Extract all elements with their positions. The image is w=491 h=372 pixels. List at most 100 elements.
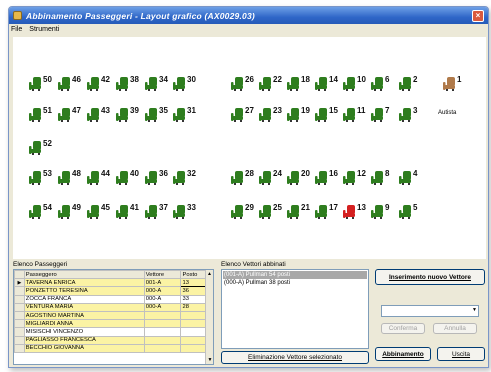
new-vehicle-button[interactable]: Inserimento nuovo Vettore [375, 269, 485, 285]
vehicle-list-label: Elenco Vettori abbinati [221, 261, 286, 268]
cell-passeggero[interactable]: MISISCHI VINCENZO [23, 327, 145, 337]
seat-icon [231, 171, 245, 185]
cell-posto[interactable]: 13 [180, 278, 206, 288]
seat-31[interactable]: 31 [173, 106, 207, 124]
menu-file[interactable]: File [11, 26, 22, 33]
match-button[interactable]: Abbinamento [375, 347, 431, 361]
cell-passeggero[interactable]: PONZETTO TERESINA [23, 286, 145, 296]
cell-passeggero[interactable]: AGOSTINO MARTINA [23, 310, 145, 321]
seat-52[interactable]: 52 [29, 139, 63, 157]
seat-icon [145, 77, 159, 91]
seat-icon [287, 205, 301, 219]
seat-icon [231, 205, 245, 219]
table-row[interactable]: MISISCHI VINCENZO [14, 327, 206, 337]
seat-number: 37 [159, 203, 168, 212]
seat-number: 22 [273, 75, 282, 84]
passenger-scrollbar[interactable]: ▲ ▼ [205, 270, 213, 364]
cell-passeggero[interactable]: VENTURA MARIA [23, 302, 145, 312]
seat-icon [116, 77, 130, 91]
cell-posto[interactable] [180, 343, 206, 353]
col-header-passeggero[interactable]: Passeggero [23, 270, 145, 280]
table-row[interactable]: ZOCCA FRANCA 000-A 33 [14, 294, 206, 304]
cell-posto[interactable]: 36 [180, 286, 206, 296]
cell-passeggero[interactable]: BECCHIO GIOVANNA [23, 343, 145, 353]
cell-vettore[interactable] [143, 335, 182, 345]
chevron-down-icon: ▼ [472, 307, 477, 313]
cell-posto[interactable] [180, 335, 206, 345]
seat-5[interactable]: 5 [399, 203, 433, 221]
seat-icon [399, 77, 413, 91]
col-header-posto[interactable]: Posto [180, 270, 206, 280]
seat-number: 2 [413, 75, 418, 84]
cell-vettore[interactable] [143, 319, 182, 329]
table-row[interactable]: MIGLIARDI ANNA [14, 319, 206, 329]
table-row[interactable]: PONZETTO TERESINA 000-A 36 [14, 286, 206, 296]
seat-icon [145, 108, 159, 122]
cell-passeggero[interactable]: ZOCCA FRANCA [23, 294, 145, 304]
seat-number: 34 [159, 75, 168, 84]
cell-vettore[interactable] [143, 310, 182, 321]
exit-button[interactable]: Uscita [437, 347, 485, 361]
seat-icon [29, 171, 43, 185]
cell-posto[interactable]: 28 [180, 302, 206, 312]
seat-number: 3 [413, 106, 418, 115]
cell-vettore[interactable]: 000-A [143, 302, 182, 312]
table-row[interactable]: BECCHIO GIOVANNA [14, 343, 206, 353]
seat-30[interactable]: 30 [173, 75, 207, 93]
seat-2[interactable]: 2 [399, 75, 433, 93]
driver-seat[interactable]: 1 [443, 75, 477, 93]
table-row[interactable]: ▶ TAVERNA ENRICA 001-A 13 [14, 278, 206, 288]
cell-posto[interactable]: 33 [180, 294, 206, 304]
seat-icon [116, 205, 130, 219]
seat-icon [87, 77, 101, 91]
scroll-down-icon[interactable]: ▼ [206, 356, 213, 364]
seat-number: 24 [273, 169, 282, 178]
cell-vettore[interactable] [143, 343, 182, 353]
seat-33[interactable]: 33 [173, 203, 207, 221]
table-row[interactable]: AGOSTINO MARTINA [14, 310, 206, 321]
cell-vettore[interactable]: 000-A [143, 294, 182, 304]
seat-number: 1 [457, 75, 462, 84]
seat-number: 26 [245, 75, 254, 84]
seat-number: 21 [301, 203, 310, 212]
seat-32[interactable]: 32 [173, 169, 207, 187]
vehicle-item[interactable]: (000-A) Pullman 38 posti [223, 279, 367, 287]
cell-vettore[interactable]: 001-A [143, 278, 182, 288]
seat-number: 7 [385, 106, 390, 115]
seat-icon [287, 171, 301, 185]
table-row[interactable]: PAGLIASSO FRANCESCA [14, 335, 206, 345]
cell-vettore[interactable]: 000-A [143, 286, 182, 296]
confirm-button[interactable]: Conferma [381, 323, 425, 334]
cell-posto[interactable] [180, 319, 206, 329]
col-header-vettore[interactable]: Vettore [143, 270, 182, 280]
table-row[interactable]: VENTURA MARIA 000-A 28 [14, 302, 206, 312]
seat-icon [343, 77, 357, 91]
seat-icon [58, 205, 72, 219]
seat-number: 32 [187, 169, 196, 178]
seat-number: 6 [385, 75, 390, 84]
cancel-button[interactable]: Annulla [433, 323, 477, 334]
cell-posto[interactable] [180, 327, 206, 337]
seat-icon [287, 77, 301, 91]
vehicle-select[interactable]: ▼ [381, 305, 479, 317]
cell-passeggero[interactable]: TAVERNA ENRICA [23, 278, 145, 288]
row-indicator [14, 286, 25, 296]
seat-icon [443, 77, 457, 91]
driver-label: Autista [438, 110, 457, 116]
cell-passeggero[interactable]: PAGLIASSO FRANCESCA [23, 335, 145, 345]
seat-number: 42 [101, 75, 110, 84]
cell-posto[interactable] [180, 310, 206, 321]
row-indicator-header [14, 270, 25, 280]
remove-vehicle-button[interactable]: Eliminazione Vettore selezionato [221, 351, 369, 364]
vehicle-item[interactable]: (001-A) Pullman 54 posti [223, 271, 367, 279]
menu-strumenti[interactable]: Strumenti [29, 26, 59, 33]
seat-4[interactable]: 4 [399, 169, 433, 187]
cell-vettore[interactable] [143, 327, 182, 337]
cell-passeggero[interactable]: MIGLIARDI ANNA [23, 319, 145, 329]
seat-number: 28 [245, 169, 254, 178]
close-button[interactable]: × [472, 9, 484, 22]
seat-number: 39 [130, 106, 139, 115]
scroll-up-icon[interactable]: ▲ [206, 270, 213, 278]
seat-3[interactable]: 3 [399, 106, 433, 124]
vehicle-list[interactable]: (001-A) Pullman 54 posti (000-A) Pullman… [221, 269, 369, 349]
